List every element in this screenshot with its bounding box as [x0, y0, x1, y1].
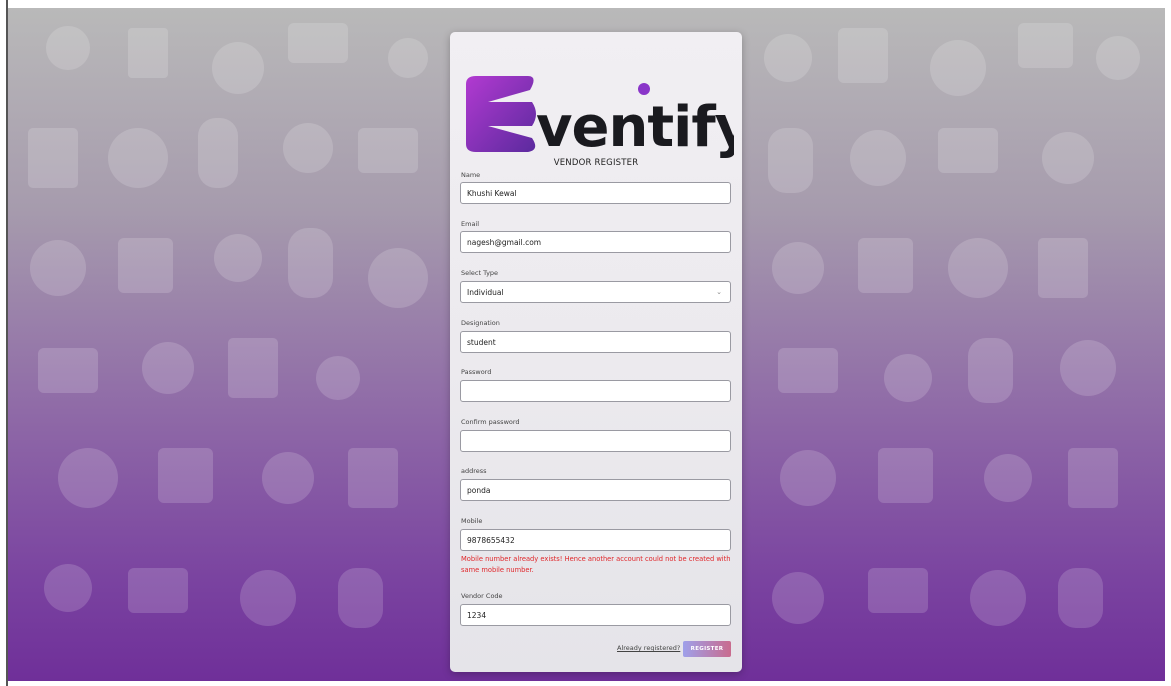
- mobile-label: Mobile: [461, 517, 483, 525]
- mobile-input[interactable]: 9878655432: [460, 529, 731, 551]
- confirm-password-label: Confirm password: [461, 418, 520, 426]
- window-edge: [0, 0, 8, 686]
- password-input[interactable]: [460, 380, 731, 402]
- vendor-code-input[interactable]: 1234: [460, 604, 731, 626]
- address-input[interactable]: ponda: [460, 479, 731, 501]
- register-button[interactable]: REGISTER: [683, 641, 731, 657]
- type-label: Select Type: [461, 269, 499, 277]
- confirm-password-input[interactable]: [460, 430, 731, 452]
- mobile-error-message: Mobile number already exists! Hence anot…: [461, 555, 731, 574]
- already-registered-link[interactable]: Already registered?: [617, 644, 680, 652]
- designation-input[interactable]: student: [460, 331, 731, 353]
- email-input[interactable]: nagesh@gmail.com: [460, 231, 731, 253]
- name-input[interactable]: Khushi Kewal: [460, 182, 731, 204]
- designation-label: Designation: [461, 319, 500, 327]
- vendor-code-label: Vendor Code: [461, 592, 503, 600]
- chevron-down-icon: ⌄: [716, 288, 722, 296]
- form-title: VENDOR REGISTER: [553, 158, 639, 168]
- svg-text:ventify: ventify: [536, 95, 734, 160]
- password-label: Password: [461, 368, 492, 376]
- type-select-value: Individual: [467, 288, 504, 297]
- name-label: Name: [461, 171, 481, 179]
- email-label: Email: [461, 220, 480, 228]
- address-label: address: [461, 467, 487, 475]
- eventify-logo: ventify: [466, 76, 734, 160]
- type-select[interactable]: Individual ⌄: [460, 281, 731, 303]
- register-card: ventify VENDOR REGISTER Name Khushi Kewa…: [450, 32, 742, 672]
